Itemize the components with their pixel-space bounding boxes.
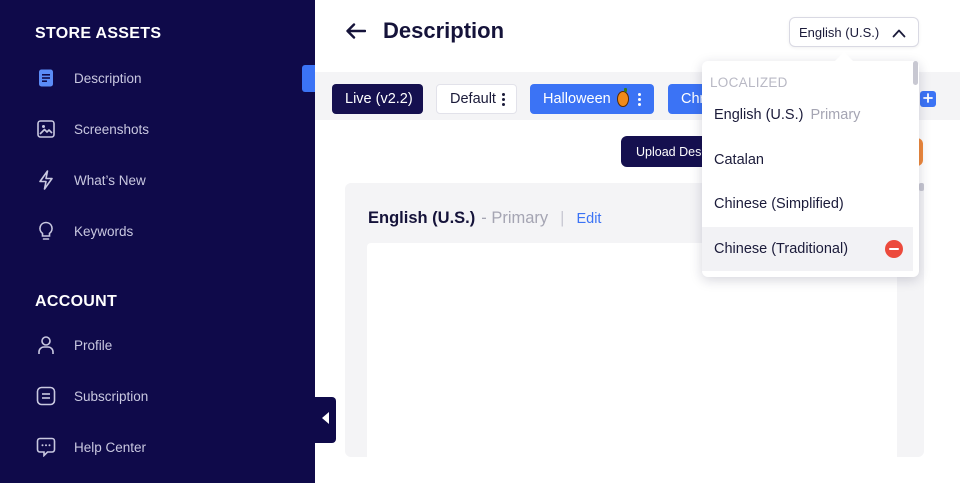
sidebar-item-label: Description [74, 70, 142, 86]
remove-icon[interactable] [885, 240, 903, 258]
tab-halloween[interactable]: Halloween [530, 84, 654, 114]
active-item-indicator [302, 65, 315, 92]
tab-label: Live (v2.2) [345, 91, 413, 107]
store-assets-heading: STORE ASSETS [35, 25, 162, 42]
sidebar-item-profile[interactable]: Profile [30, 327, 300, 363]
tab-live[interactable]: Live (v2.2) [332, 84, 423, 114]
tab-default[interactable]: Default [436, 84, 517, 114]
lightbulb-icon [30, 215, 62, 247]
card-primary-label: - Primary [481, 209, 549, 227]
tab-label: Default [450, 91, 496, 107]
tab-label: Chr [681, 91, 705, 107]
image-icon [30, 113, 62, 145]
scrollbar-thumb[interactable] [919, 183, 924, 191]
dropdown-caret [835, 52, 853, 61]
card-separator: | [560, 209, 565, 227]
chevron-up-icon [892, 26, 906, 41]
dropdown-item-label: Chinese (Simplified) [714, 196, 844, 212]
arrow-left-icon [346, 22, 367, 44]
card-header: English (U.S.) - Primary | Edit [368, 209, 601, 228]
page-title: Description [383, 18, 505, 43]
more-vertical-icon[interactable] [638, 92, 641, 106]
more-vertical-icon[interactable] [501, 92, 505, 106]
account-heading: ACCOUNT [35, 293, 118, 310]
back-button[interactable] [343, 20, 369, 46]
dropdown-item-catalan[interactable]: Catalan [702, 138, 913, 182]
dropdown-item-label: Chinese (Traditional) [714, 241, 849, 257]
sidebar-item-label: Subscription [74, 388, 149, 404]
lightning-icon [30, 164, 62, 196]
plus-icon [923, 90, 933, 108]
primary-tag: Primary [810, 107, 861, 123]
dropdown-item-label: Catalan [714, 152, 764, 168]
language-select[interactable]: English (U.S.) [789, 17, 919, 47]
dropdown-item-english-us[interactable]: English (U.S.) Primary [702, 93, 913, 137]
sidebar-item-subscription[interactable]: Subscription [30, 378, 300, 414]
sidebar-item-whats-new[interactable]: What’s New [30, 162, 300, 198]
dropdown-item-chinese-traditional[interactable]: Chinese (Traditional) [702, 227, 913, 271]
collapse-sidebar-button[interactable] [315, 397, 336, 443]
dropdown-item-label: English (U.S.) [714, 107, 804, 123]
sidebar-item-keywords[interactable]: Keywords [30, 213, 300, 249]
edit-link[interactable]: Edit [576, 211, 601, 227]
sidebar-item-label: Profile [74, 337, 113, 353]
language-select-value: English (U.S.) [799, 24, 880, 40]
pumpkin-icon [616, 88, 629, 107]
card-language: English (U.S.) [368, 209, 476, 227]
add-tab-button[interactable] [920, 91, 936, 107]
document-icon [30, 62, 62, 94]
dropdown-section-header: LOCALIZED [710, 75, 788, 90]
sidebar-item-help-center[interactable]: Help Center [30, 429, 300, 465]
sidebar: STORE ASSETS Description Screenshots Wha… [0, 0, 315, 483]
chat-bubble-icon [30, 431, 62, 463]
sidebar-item-screenshots[interactable]: Screenshots [30, 111, 300, 147]
sidebar-item-label: Help Center [74, 439, 147, 455]
sidebar-item-description[interactable]: Description [30, 60, 300, 96]
tab-label: Halloween [543, 91, 611, 107]
dropdown-scrollbar[interactable] [913, 61, 918, 85]
subscription-icon [30, 380, 62, 412]
sidebar-item-label: Screenshots [74, 121, 150, 137]
sidebar-item-label: Keywords [74, 223, 134, 239]
dropdown-item-chinese-simplified[interactable]: Chinese (Simplified) [702, 182, 913, 226]
sidebar-item-label: What’s New [74, 172, 146, 188]
user-icon [30, 329, 62, 361]
caret-left-icon [321, 411, 330, 429]
